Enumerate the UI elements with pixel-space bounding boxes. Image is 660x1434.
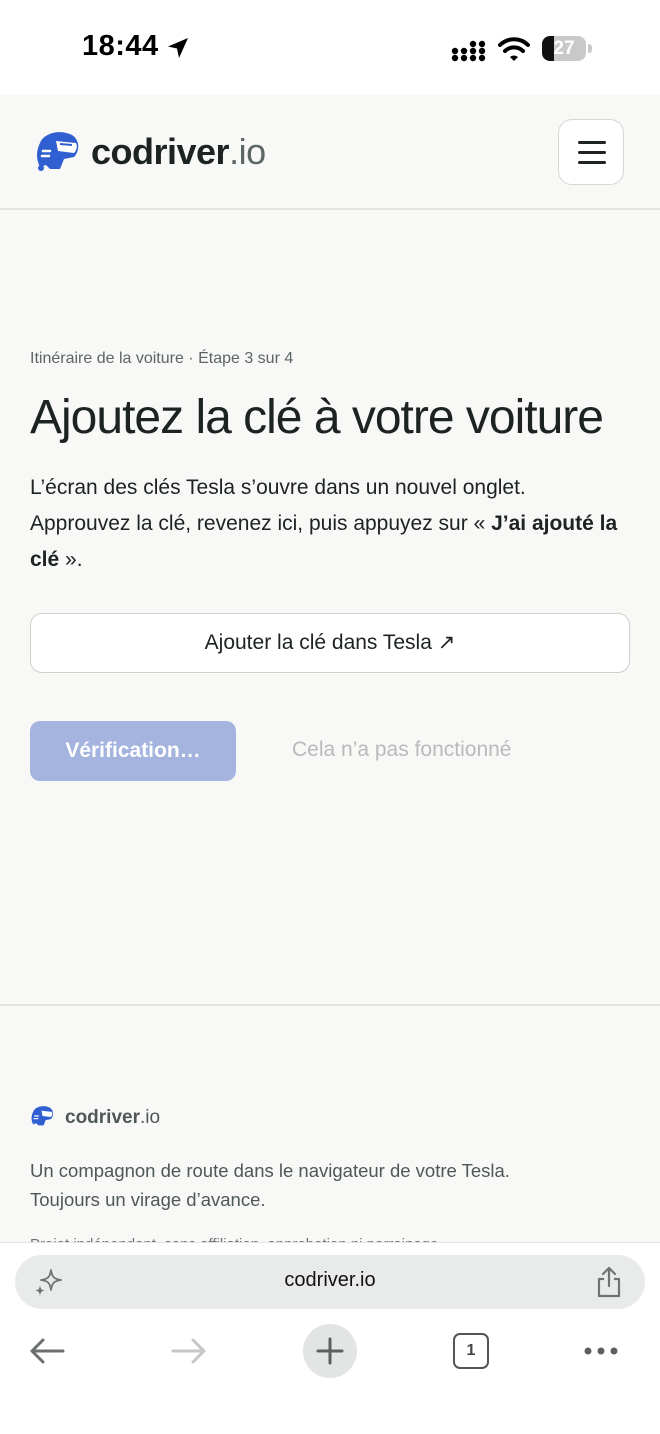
helmet-logo-icon[interactable] <box>34 129 80 173</box>
page-description: L’écran des clés Tesla s’ouvre dans un n… <box>30 476 618 571</box>
add-key-in-tesla-button[interactable]: Ajouter la clé dans Tesla ↗ <box>30 613 630 673</box>
tabs-button[interactable]: 1 <box>453 1333 489 1369</box>
it-did-not-work-link[interactable]: Cela n’a pas fonctionné <box>292 738 512 762</box>
battery-level: 27 <box>553 38 575 59</box>
site-footer: codriver.io Un compagnon de route dans l… <box>0 1004 660 1244</box>
location-arrow-icon <box>168 38 188 58</box>
back-arrow-icon[interactable] <box>28 1336 66 1366</box>
site-header: codriver.io <box>0 95 660 210</box>
brand-name[interactable]: codriver.io <box>91 131 266 173</box>
status-time: 18:44 <box>82 30 159 62</box>
forward-arrow-icon[interactable] <box>170 1336 208 1366</box>
verifying-button[interactable]: Vérification… <box>30 721 236 781</box>
breadcrumb: Itinéraire de la voiture · Étape 3 sur 4 <box>30 350 294 367</box>
browser-toolbar: codriver.io 1 <box>0 1242 660 1434</box>
address-bar[interactable]: codriver.io <box>15 1255 645 1309</box>
plus-icon <box>316 1337 344 1365</box>
share-icon[interactable] <box>595 1266 623 1298</box>
more-options-icon[interactable] <box>582 1341 620 1361</box>
helmet-logo-icon <box>31 1106 54 1126</box>
footer-brand-name: codriver.io <box>65 1107 161 1128</box>
footer-tagline: Un compagnon de route dans le navigateur… <box>30 1160 510 1210</box>
status-bar: 18:44 27 <box>0 0 660 95</box>
menu-button[interactable] <box>558 119 624 185</box>
hamburger-menu-icon <box>578 141 606 144</box>
wifi-icon <box>498 37 530 61</box>
battery-icon: 27 <box>542 36 586 61</box>
page-title: Ajoutez la clé à votre voiture <box>30 391 604 444</box>
new-tab-button[interactable] <box>303 1324 357 1378</box>
cellular-signal-icon <box>451 40 486 62</box>
url-text: codriver.io <box>284 1269 376 1291</box>
